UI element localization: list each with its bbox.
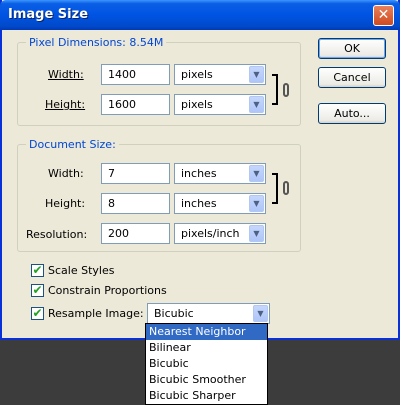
pixel-width-field[interactable]: 1400	[101, 64, 170, 85]
chevron-down-icon[interactable]: ▼	[249, 195, 264, 212]
doc-height-label: Height:	[45, 197, 86, 210]
doc-height-field[interactable]: 8	[101, 193, 170, 214]
dialog-title: Image Size	[8, 7, 89, 22]
pixel-height-unit-value: pixels	[181, 98, 213, 111]
resolution-field[interactable]: 200	[101, 223, 170, 244]
chain-link-icon	[283, 181, 289, 195]
doc-height-unit-select[interactable]: inches ▼	[174, 193, 266, 214]
pixel-height-field[interactable]: 1600	[101, 94, 170, 115]
ok-button[interactable]: OK	[318, 38, 386, 59]
doc-width-field[interactable]: 7	[101, 163, 170, 184]
chevron-down-icon[interactable]: ▼	[249, 66, 264, 83]
resample-method-value: Bicubic	[154, 307, 194, 320]
constrain-proportions-label[interactable]: Constrain Proportions	[48, 284, 167, 297]
doc-height-unit-value: inches	[181, 197, 217, 210]
scale-styles-label[interactable]: Scale Styles	[48, 264, 114, 277]
auto-button[interactable]: Auto...	[318, 103, 386, 124]
dropdown-option-nearest-neighbor[interactable]: Nearest Neighbor	[146, 324, 267, 340]
pixel-width-unit-select[interactable]: pixels ▼	[174, 64, 266, 85]
doc-width-unit-value: inches	[181, 167, 217, 180]
chevron-down-icon[interactable]: ▼	[249, 165, 264, 182]
title-bar[interactable]: Image Size ✕	[0, 0, 400, 30]
resample-image-label[interactable]: Resample Image:	[48, 307, 144, 320]
chevron-down-icon[interactable]: ▼	[249, 96, 264, 113]
resample-method-dropdown: Nearest Neighbor Bilinear Bicubic Bicubi…	[145, 323, 268, 405]
resolution-unit-value: pixels/inch	[181, 227, 240, 240]
resample-image-checkbox[interactable]: ✔	[31, 307, 44, 320]
pixel-height-label: Height:	[45, 98, 86, 111]
pixel-width-label: Width:	[48, 68, 84, 81]
pixel-dimensions-legend: Pixel Dimensions: 8.54M	[29, 36, 164, 49]
dropdown-option-bicubic-sharper[interactable]: Bicubic Sharper	[146, 388, 267, 404]
dropdown-option-bilinear[interactable]: Bilinear	[146, 340, 267, 356]
chain-link-icon	[283, 83, 289, 97]
resolution-label: Resolution:	[26, 228, 88, 241]
link-bracket	[272, 173, 278, 204]
scale-styles-checkbox[interactable]: ✔	[31, 264, 44, 277]
close-button[interactable]: ✕	[373, 5, 394, 26]
doc-width-label: Width:	[48, 167, 84, 180]
chevron-down-icon[interactable]: ▼	[253, 305, 268, 322]
cancel-button[interactable]: Cancel	[318, 67, 386, 88]
resample-method-select[interactable]: Bicubic ▼	[147, 303, 270, 324]
constrain-proportions-checkbox[interactable]: ✔	[31, 284, 44, 297]
pixel-width-unit-value: pixels	[181, 68, 213, 81]
link-bracket	[272, 74, 278, 105]
chevron-down-icon[interactable]: ▼	[249, 225, 264, 242]
doc-width-unit-select[interactable]: inches ▼	[174, 163, 266, 184]
close-icon: ✕	[377, 7, 390, 23]
resolution-unit-select[interactable]: pixels/inch ▼	[174, 223, 266, 244]
dropdown-option-bicubic[interactable]: Bicubic	[146, 356, 267, 372]
dropdown-option-bicubic-smoother[interactable]: Bicubic Smoother	[146, 372, 267, 388]
pixel-height-unit-select[interactable]: pixels ▼	[174, 94, 266, 115]
document-size-legend: Document Size:	[29, 138, 116, 151]
image-size-dialog: Image Size ✕ Pixel Dimensions: 8.54M Wid…	[0, 0, 400, 340]
